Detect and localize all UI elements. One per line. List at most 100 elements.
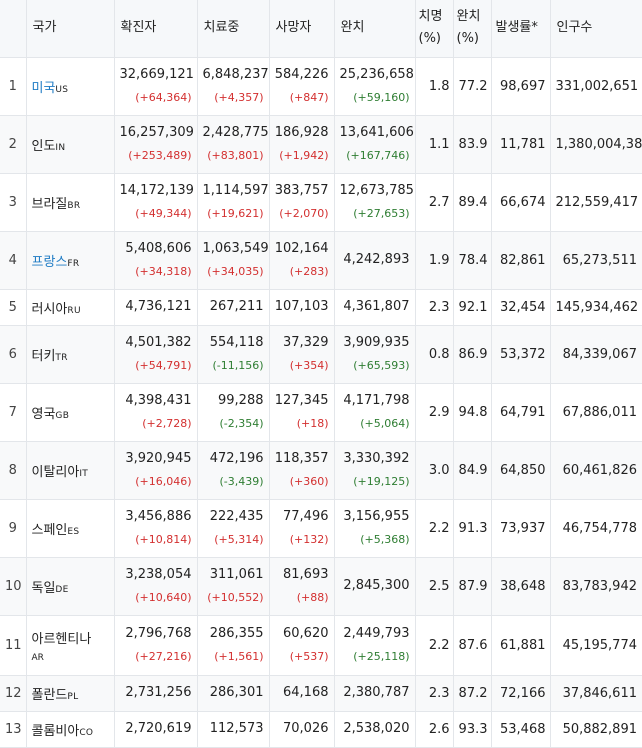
- population-cell: 331,002,651: [549, 57, 642, 116]
- country-code: ES: [67, 526, 80, 537]
- incidence-cell: 64,791: [490, 383, 550, 442]
- active-value: 112,573: [209, 721, 264, 736]
- active-cell: 311,061 (+10,552): [196, 557, 269, 616]
- confirmed-cell: 3,456,886 (+10,814): [113, 499, 197, 558]
- deaths-value: 64,168: [283, 685, 329, 700]
- active-cell: 222,435 (+5,314): [196, 499, 269, 558]
- population-cell: 37,846,611: [549, 675, 642, 712]
- confirmed-cell: 2,720,619: [113, 711, 197, 748]
- country-cell[interactable]: 미국US: [25, 57, 114, 116]
- confirmed-cell: 4,736,121: [113, 289, 197, 326]
- recovered-delta: (+27,653): [353, 207, 410, 220]
- confirmed-cell: 4,501,382 (+54,791): [113, 325, 197, 384]
- country-name[interactable]: 미국: [32, 81, 56, 96]
- active-value: 472,196: [209, 451, 264, 466]
- header-index: [0, 0, 26, 58]
- active-cell: 286,355 (+1,561): [196, 615, 269, 676]
- deaths-cell: 383,757 (+2,070): [268, 173, 334, 232]
- header-country[interactable]: 국가: [25, 0, 114, 58]
- recovered-value: 4,171,798: [343, 393, 410, 408]
- country-name: 독일: [31, 580, 56, 596]
- active-value: 99,288: [218, 393, 264, 408]
- country-code: CO: [79, 727, 94, 738]
- header-confirmed[interactable]: 확진자: [113, 0, 197, 58]
- recovered-cell: 25,236,658 (+59,160): [333, 57, 415, 116]
- incidence-cell: 53,468: [490, 711, 550, 748]
- table-row: 5 러시아RU 4,736,121 267,211 107,103 4,361,…: [0, 289, 642, 326]
- population-cell: 46,754,778: [549, 499, 642, 558]
- active-value: 554,118: [209, 335, 264, 350]
- header-population[interactable]: 인구수: [549, 0, 642, 58]
- active-value: 6,848,237: [202, 67, 269, 82]
- deaths-value: 127,345: [274, 393, 329, 408]
- fatality-rate-cell: 2.2: [414, 615, 453, 676]
- incidence-cell: 66,674: [490, 173, 550, 232]
- recovery-rate-cell: 84.9: [452, 441, 491, 500]
- country-cell: 스페인ES: [25, 499, 114, 558]
- active-cell: 472,196 (-3,439): [196, 441, 269, 500]
- incidence-cell: 32,454: [490, 289, 550, 326]
- header-recovery-rate[interactable]: 완치 (%): [452, 0, 491, 58]
- country-cell[interactable]: 프랑스FR: [25, 231, 114, 290]
- deaths-value: 107,103: [274, 299, 329, 314]
- recovered-delta: (+25,118): [353, 650, 410, 663]
- deaths-value: 81,693: [283, 567, 329, 582]
- recovered-cell: 2,380,787: [333, 675, 415, 712]
- deaths-cell: 127,345 (+18): [268, 383, 334, 442]
- confirmed-delta: (+34,318): [135, 265, 192, 278]
- table-row: 1 미국US 32,669,121 (+64,364) 6,848,237 (+4,…: [0, 57, 642, 116]
- recovery-rate-cell: 87.9: [452, 557, 491, 616]
- deaths-delta: (+132): [289, 533, 329, 546]
- recovered-delta: (+5,368): [360, 533, 410, 546]
- incidence-cell: 61,881: [490, 615, 550, 676]
- deaths-cell: 102,164 (+283): [268, 231, 334, 290]
- fatality-rate-cell: 2.3: [414, 289, 453, 326]
- recovery-rate-cell: 87.6: [452, 615, 491, 676]
- recovered-cell: 13,641,606 (+167,746): [333, 115, 415, 174]
- recovery-rate-cell: 86.9: [452, 325, 491, 384]
- active-cell: 1,063,549 (+34,035): [196, 231, 269, 290]
- header-recovered[interactable]: 완치: [333, 0, 415, 58]
- incidence-cell: 64,850: [490, 441, 550, 500]
- fatality-rate-cell: 0.8: [414, 325, 453, 384]
- recovery-rate-cell: 77.2: [452, 57, 491, 116]
- country-name: 이탈리아: [31, 464, 80, 480]
- recovered-value: 2,380,787: [343, 685, 410, 700]
- active-delta: (+10,552): [207, 591, 264, 604]
- recovered-value: 4,242,893: [343, 252, 410, 267]
- country-cell: 이탈리아IT: [25, 441, 114, 500]
- deaths-delta: (+354): [289, 359, 329, 372]
- confirmed-cell: 16,257,309 (+253,489): [113, 115, 197, 174]
- confirmed-cell: 32,669,121 (+64,364): [113, 57, 197, 116]
- country-name: 스페인: [31, 522, 68, 538]
- country-code: US: [55, 84, 69, 95]
- population-cell: 145,934,462: [549, 289, 642, 326]
- header-incidence[interactable]: 발생률*: [490, 0, 550, 58]
- confirmed-value: 2,720,619: [125, 721, 192, 736]
- recovered-cell: 2,449,793 (+25,118): [333, 615, 415, 676]
- active-value: 1,063,549: [202, 241, 269, 256]
- country-cell: 브라질BR: [25, 173, 114, 232]
- recovered-value: 13,641,606: [339, 125, 414, 140]
- confirmed-value: 32,669,121: [119, 67, 194, 82]
- active-delta: (-2,354): [219, 417, 264, 430]
- incidence-cell: 98,697: [490, 57, 550, 116]
- active-delta: (+5,314): [214, 533, 264, 546]
- confirmed-value: 4,736,121: [125, 299, 192, 314]
- active-cell: 1,114,597 (+19,621): [196, 173, 269, 232]
- header-fatality-rate[interactable]: 치명 (%): [414, 0, 453, 58]
- header-active[interactable]: 치료중: [196, 0, 269, 58]
- country-name: 아르헨티나: [31, 631, 92, 647]
- deaths-value: 383,757: [274, 183, 329, 198]
- header-deaths[interactable]: 사망자: [268, 0, 334, 58]
- active-delta: (+4,357): [214, 91, 264, 104]
- confirmed-value: 4,398,431: [125, 393, 192, 408]
- country-name: 브라질: [31, 196, 68, 212]
- country-code: GB: [55, 410, 70, 421]
- confirmed-value: 3,238,054: [125, 567, 192, 582]
- recovered-delta: (+65,593): [353, 359, 410, 372]
- active-value: 222,435: [209, 509, 264, 524]
- country-name[interactable]: 프랑스: [32, 255, 68, 270]
- population-cell: 84,339,067: [549, 325, 642, 384]
- table-row: 11 아르헨티나 AR 2,796,768 (+27,216) 286,355 (+1…: [0, 615, 642, 676]
